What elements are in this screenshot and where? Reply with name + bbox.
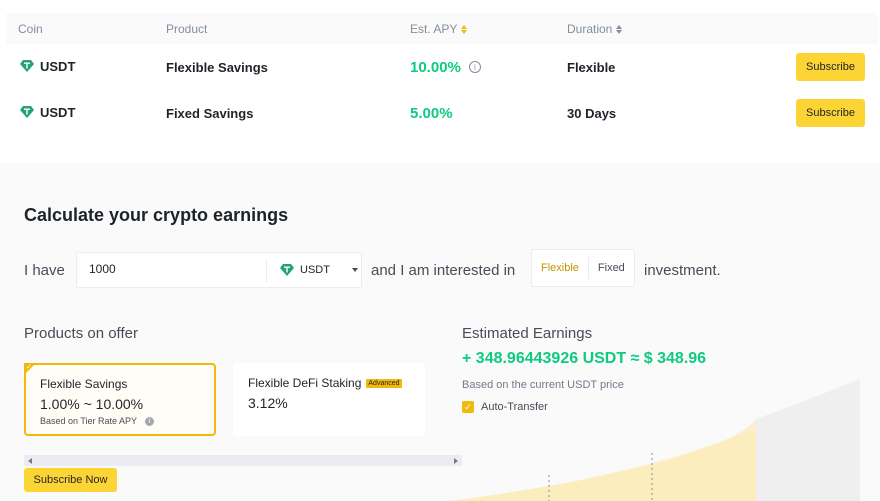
interested-label: and I am interested in (371, 261, 516, 279)
products-title: Products on offer (24, 325, 138, 342)
product-rate: 3.12% (248, 395, 288, 411)
auto-transfer-label: Auto-Transfer (481, 401, 548, 413)
field-divider (266, 260, 267, 282)
tether-icon (280, 264, 294, 276)
apy-cell: 10.00% i (410, 44, 481, 90)
header-apy[interactable]: Est. APY (410, 22, 468, 36)
apy-value: 10.00% (410, 58, 461, 76)
product-cell: Flexible Savings (166, 59, 268, 75)
product-card-defi-staking[interactable]: Flexible DeFi Staking Advanced 3.12% (233, 363, 425, 436)
apy-value: 5.00% (410, 104, 453, 122)
estimated-value: + 348.96443926 USDT ≈ $ 348.96 (462, 350, 707, 367)
products-table: Coin Product Est. APY Duration USDT Flex… (0, 0, 880, 163)
growth-chart-graphic (450, 379, 860, 501)
coin-cell: USDT (20, 43, 75, 89)
duration-cell: Flexible (567, 59, 616, 75)
table-header: Coin Product Est. APY Duration (6, 13, 878, 44)
duration-cell: 30 Days (567, 105, 617, 121)
earnings-calculator: Calculate your crypto earnings I have US… (0, 163, 880, 501)
auto-transfer-checkbox[interactable]: ✓ (462, 401, 474, 413)
auto-transfer-option[interactable]: ✓ Auto-Transfer (462, 401, 548, 413)
sort-icon[interactable] (616, 24, 623, 34)
tether-icon (20, 60, 34, 72)
i-have-label-wrap: I have (24, 252, 65, 288)
sort-icon[interactable] (461, 24, 468, 34)
header-coin: Coin (18, 22, 43, 36)
table-row: USDT Fixed Savings 5.00% 30 Days Subscri… (0, 90, 880, 136)
investment-label: investment. (644, 261, 721, 279)
coin-cell: USDT (20, 89, 75, 135)
coin-select-value: USDT (300, 264, 330, 276)
scroll-left-icon[interactable] (28, 458, 32, 464)
interested-label-wrap: and I am interested in (371, 252, 515, 288)
product-name: Flexible Savings (40, 377, 128, 391)
info-icon[interactable]: i (145, 416, 155, 426)
tether-icon (20, 106, 34, 118)
subscribe-button[interactable]: Subscribe (796, 53, 865, 81)
header-product: Product (166, 22, 208, 36)
coin-name: USDT (40, 104, 76, 120)
estimated-title: Estimated Earnings (462, 325, 593, 342)
estimated-note: Based on the current USDT price (462, 379, 624, 391)
apy-cell: 5.00% (410, 90, 453, 136)
advanced-badge: Advanced (366, 378, 402, 388)
investment-label-wrap: investment. (644, 252, 721, 288)
chevron-down-icon (351, 268, 358, 272)
toggle-fixed[interactable]: Fixed (587, 257, 634, 279)
check-icon: ✓ (26, 364, 32, 371)
investment-type-toggle: Flexible Fixed (531, 249, 635, 287)
amount-field: USDT (76, 252, 362, 288)
calculator-title: Calculate your crypto earnings (24, 205, 289, 225)
product-rate: 1.00% ~ 10.00% (40, 396, 144, 412)
header-duration[interactable]: Duration (567, 22, 623, 36)
amount-input[interactable] (89, 262, 259, 276)
i-have-label: I have (24, 261, 65, 279)
product-note: Based on Tier Rate APY (40, 416, 138, 426)
coin-name: USDT (40, 58, 76, 74)
subscribe-button[interactable]: Subscribe (796, 99, 865, 127)
table-row: USDT Flexible Savings 10.00% i Flexible … (0, 44, 880, 90)
info-icon[interactable]: i (468, 61, 481, 73)
product-note-wrap: Based on Tier Rate APY i (40, 416, 155, 426)
product-cell: Fixed Savings (166, 105, 254, 121)
toggle-flexible[interactable]: Flexible (532, 257, 588, 279)
coin-select[interactable]: USDT (280, 253, 358, 287)
subscribe-now-button[interactable]: Subscribe Now (24, 468, 117, 492)
product-card-flexible-savings[interactable]: ✓ Flexible Savings 1.00% ~ 10.00% Based … (24, 363, 216, 436)
product-name-wrap: Flexible DeFi Staking Advanced (248, 376, 402, 390)
product-name: Flexible DeFi Staking (248, 376, 362, 390)
horizontal-scrollbar[interactable] (24, 455, 462, 466)
